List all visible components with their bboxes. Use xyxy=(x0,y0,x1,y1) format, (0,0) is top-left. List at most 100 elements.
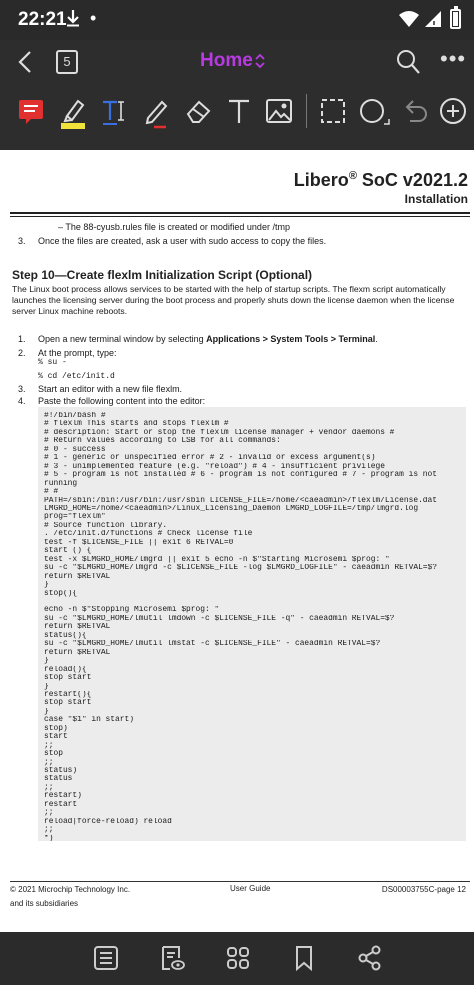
step-heading: Step 10—Create flexlm Initialization Scr… xyxy=(12,268,313,282)
code-line: # Source function library. xyxy=(44,521,168,530)
code-line: restart(){ xyxy=(44,690,92,699)
code-line: ;; xyxy=(44,783,54,792)
list-item-text: Paste the following content into the edi… xyxy=(38,396,206,406)
code-line: #!/bin/bash # xyxy=(44,412,106,420)
eraser-icon[interactable] xyxy=(184,96,214,126)
code-line: ;; xyxy=(44,826,54,835)
app-bar: 5 Home ••• xyxy=(0,40,474,84)
code-line: start xyxy=(44,733,68,742)
shape-icon[interactable] xyxy=(358,96,390,126)
note-icon[interactable] xyxy=(16,96,46,126)
notification-dot: • xyxy=(90,8,97,28)
code-line: su -c "$LMGRD_HOME/lmutil lmstat -c $LIC… xyxy=(44,640,381,649)
text-icon[interactable] xyxy=(224,96,254,126)
code-line: # 3 - unimplemented feature (e.g. "reloa… xyxy=(44,462,385,471)
command-text: % su - xyxy=(38,358,67,367)
code-line: . /etc/init.d/functions # Check license … xyxy=(44,530,253,539)
code-line: reload|force-reload) reload xyxy=(44,817,172,826)
bottom-bar xyxy=(0,932,474,985)
image-icon[interactable] xyxy=(264,96,294,126)
page-title[interactable]: Home xyxy=(200,50,253,72)
footer-copyright: © 2021 Microchip Technology Inc. xyxy=(10,885,131,894)
list-item-text: Once the files are created, ask a user w… xyxy=(38,236,327,246)
code-line: return $RETVAL xyxy=(44,572,111,581)
code-line: test -x $LMGRD_HOME/lmgrd || exit 5 echo… xyxy=(44,555,390,564)
list-number: 3. xyxy=(18,236,26,246)
code-line: start () { xyxy=(44,547,92,556)
code-line: status(){ xyxy=(44,631,87,640)
code-line: # Return values according to LSB for all… xyxy=(44,437,281,446)
list-number: 1. xyxy=(18,334,26,344)
annotation-toolbar xyxy=(0,84,474,150)
code-line: # description: Start or stop the flexlm … xyxy=(44,428,395,437)
code-line: stop start xyxy=(44,699,92,708)
list-number: 2. xyxy=(18,348,26,358)
code-line: PATH=/sbin:/bin:/usr/bin:/usr/sbin LICEN… xyxy=(44,496,438,505)
code-line: case "$1" in start) xyxy=(44,716,134,725)
text-highlight-icon[interactable] xyxy=(100,96,130,126)
back-arrow-icon[interactable] xyxy=(14,48,38,76)
list-number: 4. xyxy=(18,396,26,406)
code-line: # 1 - generic or unspecified error # 2 -… xyxy=(44,454,376,463)
document-page[interactable]: Libero® SoC v2021.2 Installation – The 8… xyxy=(0,150,474,932)
pen-icon[interactable] xyxy=(142,96,172,129)
code-line: } xyxy=(44,657,49,666)
code-block: #!/bin/bash # # flexlm This starts and st… xyxy=(38,407,466,841)
code-line: stop) xyxy=(44,724,68,733)
document-subtitle: Installation xyxy=(404,192,468,206)
code-line: # 5 - program is not installed # 6 - pro… xyxy=(44,471,438,480)
bookmark-icon[interactable] xyxy=(290,944,318,972)
search-icon[interactable] xyxy=(395,48,421,76)
highlighter-icon[interactable] xyxy=(58,96,88,129)
header-rule-thin xyxy=(10,216,470,217)
code-line: restart xyxy=(44,800,78,809)
wifi-icon xyxy=(398,10,420,33)
document-title: Libero® SoC v2021.2 xyxy=(293,170,468,190)
status-bar: 22:21 • xyxy=(0,0,474,40)
selection-icon[interactable] xyxy=(318,96,348,126)
code-line: prog="flexlm" xyxy=(44,513,106,522)
code-line: # # xyxy=(44,488,59,497)
code-line: *) xyxy=(44,834,54,841)
code-line: return $RETVAL xyxy=(44,648,111,657)
footer-subsidiaries: and its subsidiaries xyxy=(10,899,79,908)
download-arrow-icon xyxy=(66,9,80,32)
code-line: } xyxy=(44,682,49,691)
code-line: reload(){ xyxy=(44,665,87,674)
list-item-text: Start an editor with a new file flexlm. xyxy=(38,384,183,394)
list-icon[interactable] xyxy=(92,944,120,972)
chevron-up-down-icon[interactable] xyxy=(255,53,265,69)
code-line: status xyxy=(44,775,73,784)
battery-icon xyxy=(450,6,461,29)
footer-rule xyxy=(10,881,470,882)
status-time: 22:21 xyxy=(18,9,67,30)
code-line: stop xyxy=(44,750,63,759)
code-line: } xyxy=(44,707,49,716)
code-line: ;; xyxy=(44,741,54,750)
grid-icon[interactable] xyxy=(224,944,252,972)
list-number: 3. xyxy=(18,384,26,394)
step-paragraph: The Linux boot process allows services t… xyxy=(12,284,455,316)
reading-mode-icon[interactable] xyxy=(158,944,186,972)
code-line: stop start xyxy=(44,674,92,683)
code-line: return $RETVAL xyxy=(44,623,111,632)
command-text: % cd /etc/init.d xyxy=(38,372,115,381)
code-line: echo -n $"Stopping Microsemi $prog: " xyxy=(44,606,220,615)
more-options-button[interactable]: ••• xyxy=(440,48,466,70)
code-line: stop(){ xyxy=(44,589,78,598)
page-count-button[interactable]: 5 xyxy=(56,50,78,74)
code-line: su -c "$LMGRD_HOME/lmutil lmdown -c $LIC… xyxy=(44,614,395,623)
add-icon[interactable] xyxy=(438,96,468,126)
undo-icon[interactable] xyxy=(400,96,430,126)
code-line: # 0 - success xyxy=(44,445,106,454)
share-icon[interactable] xyxy=(356,944,384,972)
previous-bullet: – The 88-cyusb.rules file is created or … xyxy=(58,222,290,232)
code-line: test -f $LICENSE_FILE || exit 6 RETVAL=0 xyxy=(44,538,234,547)
list-item-text: At the prompt, type: xyxy=(38,348,117,358)
signal-icon xyxy=(424,10,442,33)
code-line: status) xyxy=(44,767,78,776)
code-line: su -c "$LMGRD_HOME/lmgrd -c $LICENSE_FIL… xyxy=(44,564,438,573)
toolbar-divider xyxy=(306,94,316,128)
code-line: # flexlm This starts and stops flexlm # xyxy=(44,420,229,429)
code-line: restart) xyxy=(44,792,82,801)
